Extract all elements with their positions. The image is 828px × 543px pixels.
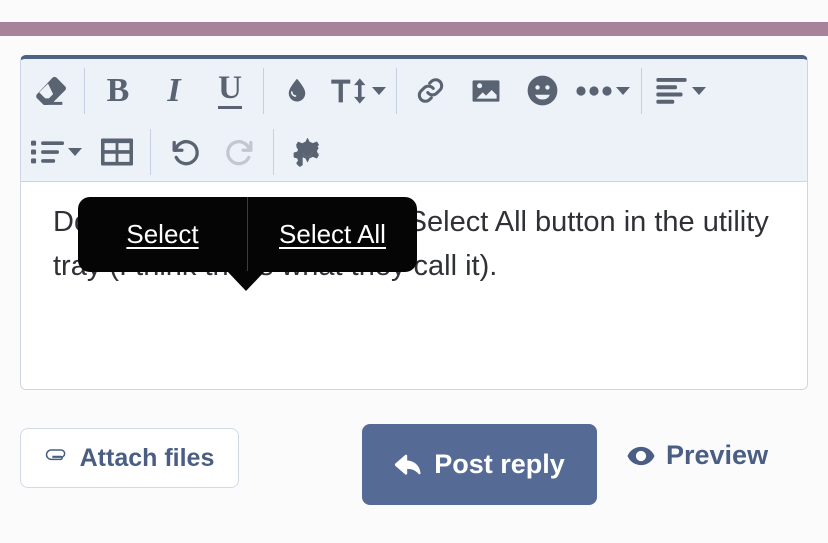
italic-button[interactable]: I [146,64,202,118]
underline-button[interactable]: U [202,64,258,118]
toolbar-divider [641,67,642,114]
link-icon [417,78,443,103]
toolbar-group-history [154,122,270,181]
undo-button[interactable] [156,125,212,179]
text-size-icon [331,77,366,104]
preview-button[interactable]: Preview [627,440,768,471]
toolbar-divider [150,128,151,175]
post-reply-label: Post reply [434,449,565,479]
post-reply-button[interactable]: Post reply [362,424,597,505]
font-size-button[interactable] [325,64,391,118]
insert-table-button[interactable] [89,125,145,179]
droplet-icon [288,78,306,101]
undo-icon [172,140,199,166]
underline-icon: U [218,72,242,109]
toolbar-group-text-appearance [267,59,393,122]
chevron-down-icon [616,86,630,95]
bullet-list-icon [30,140,64,163]
attach-files-label: Attach files [79,443,215,472]
selection-menu-select-all-label: Select All [279,219,386,249]
top-accent-bar [0,22,828,36]
toolbar-group-settings [277,122,337,181]
text-selection-context-menu: Select Select All [78,197,417,272]
chevron-down-icon [691,86,706,95]
editor-settings-button[interactable] [279,125,335,179]
eye-icon [627,446,655,465]
insert-emoji-button[interactable] [514,64,570,118]
toolbar-divider [263,67,264,114]
chevron-down-icon [372,86,386,95]
toolbar-group-alignment [645,59,715,122]
preview-label: Preview [666,440,769,470]
gear-icon [293,137,320,167]
selection-menu-select[interactable]: Select [78,197,247,272]
composer-action-row: Attach files Post reply Preview [0,424,828,514]
selection-menu-select-label: Select [126,219,199,249]
toolbar-group-formatting-clear [21,59,81,122]
image-icon [472,79,500,102]
list-button[interactable] [23,125,89,179]
align-left-icon [655,77,687,104]
eraser-icon [36,76,66,105]
toolbar-divider [273,128,274,175]
insert-image-button[interactable] [458,64,514,118]
selection-menu-select-all[interactable]: Select All [248,197,417,272]
toolbar-group-lists [21,122,147,181]
insert-link-button[interactable] [402,64,458,118]
text-align-button[interactable] [647,64,713,118]
toolbar-group-insert [400,59,638,122]
ellipsis-icon [576,85,612,96]
bold-button[interactable]: B [90,64,146,118]
toolbar-row-1: B I U [21,59,807,122]
text-color-button[interactable] [269,64,325,118]
reply-arrow-icon [395,454,421,475]
toolbar-divider [396,67,397,114]
table-icon [100,138,134,165]
selection-menu-pointer [227,271,265,291]
clear-formatting-icon[interactable] [23,64,79,118]
more-options-button[interactable] [570,64,636,118]
editor-toolbar: B I U [21,59,807,182]
chevron-down-icon [67,147,82,156]
toolbar-divider [84,67,85,114]
bold-icon: B [106,71,130,109]
italic-icon: I [167,71,181,109]
redo-button[interactable] [212,125,268,179]
smiley-icon [527,75,557,106]
toolbar-group-basic-styles: B I U [88,59,260,122]
paperclip-icon [45,449,66,461]
toolbar-row-2 [21,122,807,181]
attach-files-button[interactable]: Attach files [20,428,239,488]
redo-icon [225,140,252,166]
